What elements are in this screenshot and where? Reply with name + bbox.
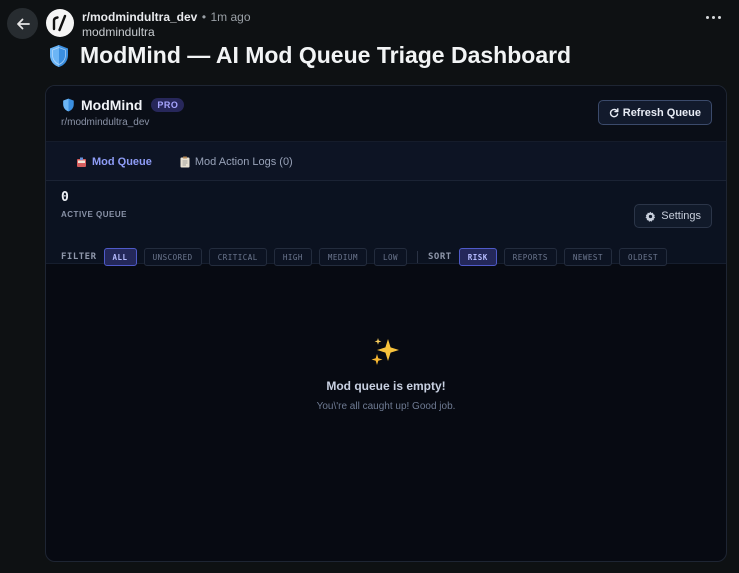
divider [417, 251, 419, 263]
meta-separator: • [201, 10, 207, 24]
brand: ModMind PRO [62, 97, 185, 113]
app-frame: ModMind PRO r/modmindultra_dev Refresh Q… [45, 85, 727, 562]
sort-chip-newest[interactable]: NEWEST [563, 248, 612, 266]
tab-label: Mod Queue [92, 156, 152, 168]
queue-count: 0 [61, 190, 69, 205]
empty-title: Mod queue is empty! [326, 379, 446, 393]
post-time: 1m ago [210, 10, 251, 24]
filter-chip-critical[interactable]: CRITICAL [208, 248, 267, 266]
refresh-icon [609, 107, 619, 117]
filter-chip-medium[interactable]: MEDIUM [318, 248, 367, 266]
subreddit-avatar[interactable] [46, 9, 74, 37]
settings-label: Settings [661, 210, 701, 222]
queue-controls: 0 ACTIVE QUEUE Settings FILTER ALL UNSCO… [46, 181, 726, 266]
sort-label: SORT [428, 252, 452, 262]
gear-icon [645, 211, 656, 222]
clipboard-icon [180, 156, 190, 168]
shield-icon [50, 44, 68, 67]
post-title-text: ModMind — AI Mod Queue Triage Dashboard [80, 42, 572, 68]
app-header: ModMind PRO r/modmindultra_dev Refresh Q… [46, 86, 726, 141]
back-button[interactable] [7, 8, 38, 39]
sparkles-icon [371, 338, 399, 365]
refresh-label: Refresh Queue [622, 106, 701, 119]
post-title: ModMind — AI Mod Queue Triage Dashboard [48, 42, 571, 69]
filter-chip-all[interactable]: ALL [103, 248, 137, 266]
filter-label: FILTER [61, 252, 97, 262]
sort-chip-risk[interactable]: RISK [458, 248, 497, 266]
empty-subtitle: You\'re all caught up! Good job. [316, 401, 456, 412]
brand-name: ModMind [81, 97, 143, 113]
post-author[interactable]: modmindultra [82, 25, 251, 39]
tab-bar: Mod Queue Mod Action Logs (0) [46, 141, 726, 183]
tab-label: Mod Action Logs (0) [194, 156, 293, 168]
shield-icon [63, 98, 74, 112]
sort-chip-oldest[interactable]: OLDEST [618, 248, 668, 266]
empty-state: Mod queue is empty! You\'re all caught u… [46, 336, 726, 412]
more-dots-icon [706, 16, 709, 19]
tab-mod-queue[interactable]: Mod Queue [62, 142, 166, 183]
filter-sort-row: FILTER ALL UNSCORED CRITICAL HIGH MEDIUM… [61, 248, 668, 266]
refresh-queue-button[interactable]: Refresh Queue [597, 100, 712, 125]
subreddit-name[interactable]: r/modmindultra_dev [82, 10, 197, 24]
sort-chip-reports[interactable]: REPORTS [503, 248, 557, 266]
filter-chip-low[interactable]: LOW [373, 248, 408, 266]
more-options-button[interactable] [706, 16, 721, 19]
post-meta: r/modmindultra_dev • 1m ago modmindultra [82, 10, 251, 39]
brand-subreddit: r/modmindultra_dev [61, 117, 150, 128]
filter-chip-high[interactable]: HIGH [273, 248, 312, 266]
filter-chip-unscored[interactable]: UNSCORED [143, 248, 202, 266]
inbox-icon [77, 157, 86, 167]
pro-badge: PRO [151, 98, 185, 112]
queue-count-label: ACTIVE QUEUE [61, 210, 128, 219]
settings-button[interactable]: Settings [634, 204, 712, 228]
tab-mod-action-logs[interactable]: Mod Action Logs (0) [166, 142, 307, 182]
subreddit-logo-icon [52, 14, 67, 32]
arrow-left-icon [16, 18, 30, 29]
